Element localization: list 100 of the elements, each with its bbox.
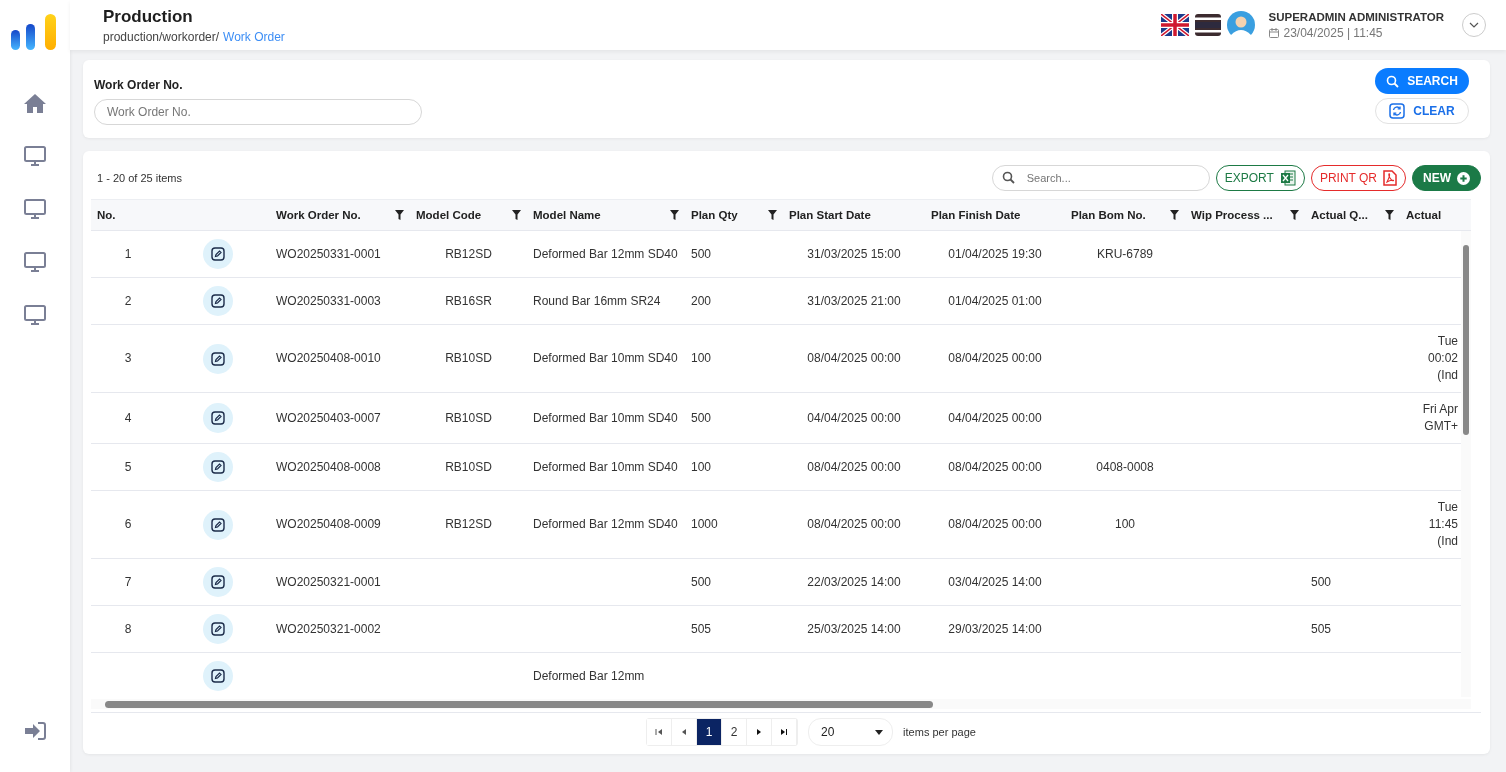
breadcrumb-path: production/workorder/: [103, 29, 220, 44]
table-cell-text: 100: [690, 458, 713, 476]
monitor-icon[interactable]: [23, 304, 47, 326]
table-cell-text: Deformed Bar 12mm: [532, 667, 646, 685]
table-cell-text: 08/04/2025 00:00: [947, 516, 1043, 533]
table-cell-text: 0408-0008: [1095, 458, 1155, 476]
page-size-select[interactable]: 20: [808, 718, 894, 746]
date-time: 23/04/2025 | 11:45: [1283, 25, 1383, 40]
edit-button[interactable]: [202, 239, 233, 269]
monitor-icon[interactable]: [23, 145, 47, 167]
edit-button[interactable]: [202, 286, 233, 316]
uk-flag-icon[interactable]: [1160, 14, 1189, 36]
search-button[interactable]: SEARCH: [1375, 68, 1469, 94]
filter-icon[interactable]: [768, 210, 777, 220]
table-cell-text: 505: [1310, 620, 1333, 638]
column-header: Wip Process ...: [1185, 200, 1305, 230]
edit-button[interactable]: [202, 567, 233, 597]
skip-last-icon: [780, 728, 789, 736]
filter-icon[interactable]: [395, 210, 404, 220]
search-icon: [1001, 171, 1015, 184]
filter-icon[interactable]: [670, 210, 679, 220]
new-button[interactable]: NEW: [1412, 165, 1481, 191]
pencil-square-icon: [210, 247, 225, 261]
clear-button[interactable]: CLEAR: [1375, 98, 1469, 124]
logout-icon[interactable]: [24, 722, 46, 740]
table-cell-text: RB12SD: [444, 516, 493, 533]
table-cell-text: Round Bar 16mm SR24: [532, 292, 662, 310]
monitor-icon[interactable]: [23, 198, 47, 220]
table-cell-text: 5: [123, 458, 133, 476]
pencil-square-icon: [210, 294, 225, 308]
table-cell-text: 500: [1310, 573, 1333, 591]
home-icon[interactable]: [23, 92, 47, 114]
table-cell-text: 4: [123, 409, 133, 427]
page-button[interactable]: 1: [697, 719, 723, 745]
pencil-square-icon: [210, 411, 225, 425]
table-cell-text: 6: [123, 516, 133, 533]
pencil-square-icon: [210, 669, 225, 683]
table-cell-text: RB16SR: [444, 292, 493, 310]
table-cell-text: 08/04/2025 00:00: [947, 350, 1043, 367]
table-cell-text: RB10SD: [444, 458, 493, 476]
thai-flag-icon[interactable]: [1194, 14, 1221, 36]
table-cell-text: Deformed Bar 10mm SD40: [532, 458, 679, 476]
filter-icon[interactable]: [512, 210, 521, 220]
table-cell-text: 08/04/2025 00:00: [947, 458, 1043, 476]
filter-icon[interactable]: [1170, 210, 1179, 220]
edit-button[interactable]: [202, 614, 233, 644]
table-cell-text: 08/04/2025 00:00: [806, 350, 902, 367]
table-cell-text: 7: [123, 573, 133, 591]
table-cell-text: RB10SD: [444, 409, 493, 427]
spreadsheet-icon: [1279, 170, 1296, 186]
edit-button[interactable]: [202, 661, 233, 691]
edit-button[interactable]: [202, 509, 233, 540]
filter-icon[interactable]: [1290, 210, 1299, 220]
pdf-icon: [1383, 170, 1397, 186]
plus-circle-icon: [1457, 171, 1470, 185]
table-cell-text: 31/03/2025 21:00: [806, 292, 902, 310]
column-header: Model Code: [410, 200, 527, 230]
export-button[interactable]: EXPORT: [1215, 165, 1305, 191]
breadcrumb-link[interactable]: Work Order: [223, 29, 285, 44]
table-cell-text: WO20250331-0001: [275, 245, 382, 263]
vertical-scrollbar[interactable]: [1461, 231, 1471, 697]
table-cell-text: 2: [123, 292, 133, 310]
refresh-icon: [1389, 103, 1406, 119]
filter-icon[interactable]: [1385, 210, 1394, 220]
table-cell-text: 04/04/2025 00:00: [806, 409, 902, 427]
print-qr-button[interactable]: PRINT QR: [1310, 165, 1406, 191]
table-cell-text: WO20250331-0003: [275, 292, 382, 310]
table-cell-text: 03/04/2025 14:00: [947, 573, 1043, 591]
table-search-field[interactable]: Search...: [991, 165, 1210, 191]
monitor-icon[interactable]: [23, 251, 47, 273]
column-header: Plan Qty: [685, 200, 783, 230]
table-cell-text: 08/04/2025 00:00: [806, 516, 902, 533]
horizontal-scrollbar[interactable]: [91, 699, 1471, 709]
table-cell-text: WO20250408-0008: [275, 458, 382, 476]
table-cell-text: 500: [690, 245, 713, 263]
table-cell-text: 04/04/2025 00:00: [947, 409, 1043, 427]
chevron-down-icon: [1469, 22, 1479, 28]
table-cell-text: Deformed Bar 12mm SD40: [532, 516, 679, 533]
table-cell-text: 22/03/2025 14:00: [806, 573, 902, 591]
column-header: Plan Start Date: [788, 208, 872, 223]
pencil-square-icon: [210, 517, 225, 532]
table-cell-text: 29/03/2025 14:00: [947, 620, 1043, 638]
table-cell-text: 8: [123, 620, 133, 638]
edit-button[interactable]: [202, 403, 233, 433]
page-size-label: items per page: [903, 726, 976, 738]
table-cell-text: RB12SD: [444, 245, 493, 263]
table-cell-text: 1000: [690, 516, 719, 533]
table-cell-text: KRU-6789: [1096, 245, 1154, 263]
table-cell-text: 3: [123, 350, 133, 367]
table-cell-text: Deformed Bar 10mm SD40: [532, 350, 679, 367]
edit-button[interactable]: [202, 343, 233, 374]
table-cell-text: 100: [1114, 516, 1136, 533]
work-order-input[interactable]: Work Order No.: [94, 99, 422, 125]
edit-button[interactable]: [202, 452, 233, 482]
table-cell-text: WO20250408-0009: [275, 516, 382, 533]
table-cell-text: Fri Apr GMT+: [1421, 401, 1459, 435]
table-cell-text: WO20250321-0002: [275, 620, 382, 638]
table-cell-text: Deformed Bar 12mm SD40: [532, 245, 679, 263]
column-header: Plan Bom No.: [1065, 200, 1185, 230]
avatar-icon[interactable]: [1226, 11, 1255, 39]
